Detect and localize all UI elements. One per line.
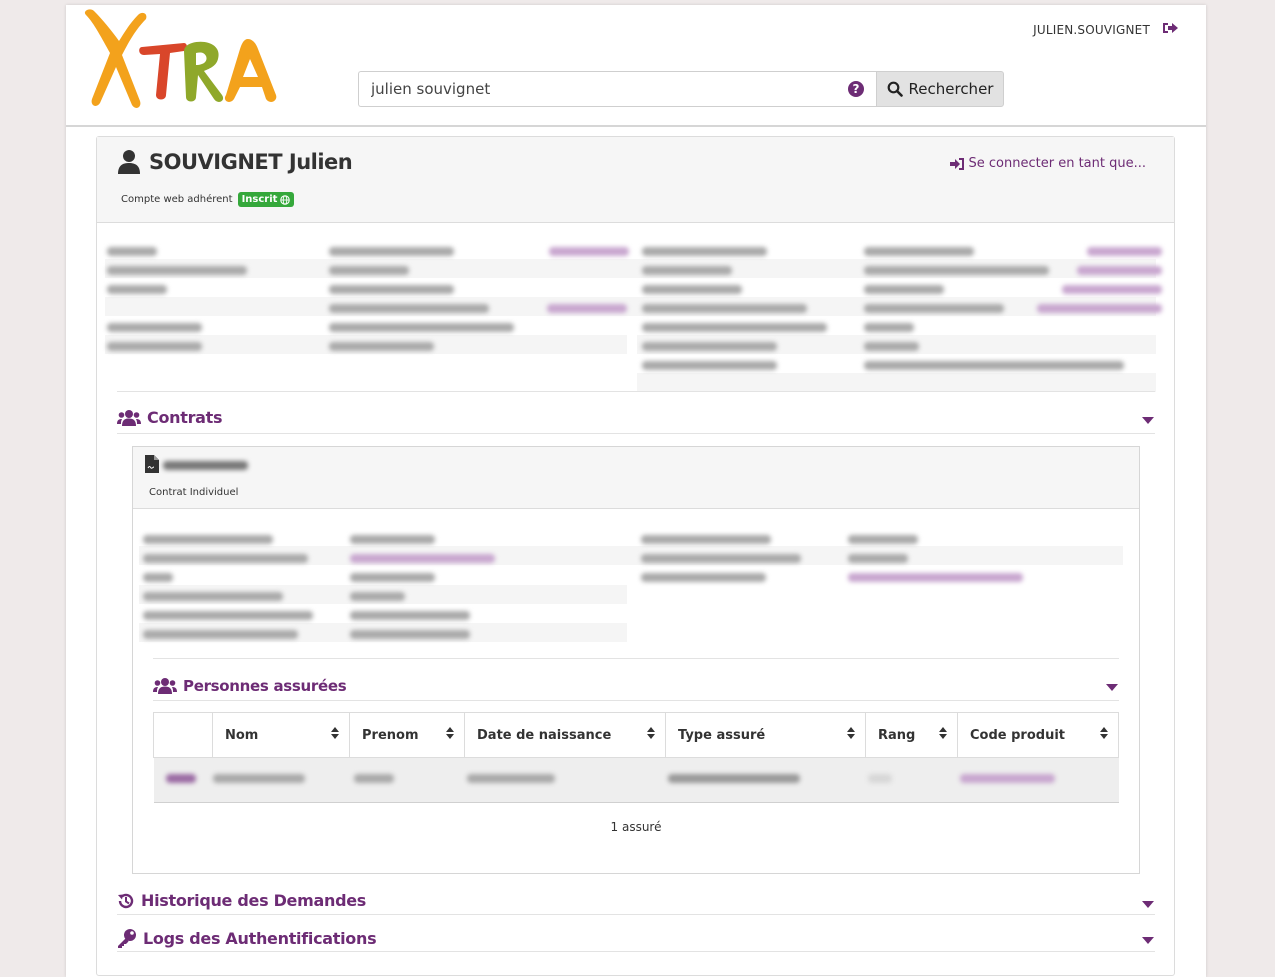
chevron-down-icon[interactable] <box>1106 684 1118 691</box>
page: JULIEN.SOUVIGNET ? Rechercher <box>66 5 1206 977</box>
user-menu: JULIEN.SOUVIGNET <box>1033 21 1178 38</box>
column-header-prenom[interactable]: Prenom <box>349 712 465 758</box>
header: JULIEN.SOUVIGNET ? Rechercher <box>66 5 1206 127</box>
divider <box>117 391 1155 392</box>
column-header-type-assure[interactable]: Type assuré <box>665 712 866 758</box>
sort-icon[interactable] <box>847 727 855 739</box>
contract-details-redacted <box>133 509 1139 649</box>
key-icon <box>118 929 136 948</box>
contract-header: Contrat Individuel <box>133 447 1139 509</box>
section-contracts[interactable]: Contrats <box>117 408 223 427</box>
column-header-code-produit[interactable]: Code produit <box>957 712 1119 758</box>
users-icon <box>117 409 141 426</box>
member-details-redacted <box>97 223 1174 392</box>
column-header-rang[interactable]: Rang <box>865 712 958 758</box>
column-header-select <box>153 712 213 758</box>
member-card: SOUVIGNET Julien Compte web adhérent Ins… <box>96 136 1175 976</box>
sort-icon[interactable] <box>331 727 339 739</box>
search-button-label: Rechercher <box>908 80 994 98</box>
web-account-row: Compte web adhérent Inscrit <box>121 192 295 207</box>
column-header-date-naissance[interactable]: Date de naissance <box>464 712 666 758</box>
status-badge: Inscrit <box>237 192 295 207</box>
section-auth-logs[interactable]: Logs des Authentifications <box>117 928 377 948</box>
chevron-down-icon[interactable] <box>1142 937 1154 944</box>
member-card-header: SOUVIGNET Julien Compte web adhérent Ins… <box>97 137 1174 223</box>
globe-icon <box>280 194 291 205</box>
xtra-logo[interactable] <box>80 9 285 119</box>
user-icon <box>118 150 140 174</box>
users-icon <box>153 678 177 694</box>
search-button[interactable]: Rechercher <box>876 71 1004 107</box>
web-account-label: Compte web adhérent <box>121 194 233 205</box>
contract-number-redacted <box>163 461 248 470</box>
sort-icon[interactable] <box>1100 727 1108 739</box>
chevron-down-icon[interactable] <box>1142 417 1154 424</box>
contract-type-label: Contrat Individuel <box>149 487 239 498</box>
insured-count: 1 assuré <box>610 820 662 834</box>
history-icon <box>118 893 134 908</box>
member-name: SOUVIGNET Julien <box>149 150 353 174</box>
insured-table: Nom Prenom Date de naissance Type assuré… <box>153 712 1119 803</box>
column-header-nom[interactable]: Nom <box>212 712 350 758</box>
impersonate-link[interactable]: Se connecter en tant que... <box>949 156 1146 171</box>
search-icon <box>887 81 903 97</box>
help-icon[interactable]: ? <box>848 81 864 97</box>
sort-icon[interactable] <box>939 727 947 739</box>
username[interactable]: JULIEN.SOUVIGNET <box>1033 23 1150 37</box>
section-history[interactable]: Historique des Demandes <box>117 891 366 910</box>
sort-icon[interactable] <box>647 727 655 739</box>
chevron-down-icon[interactable] <box>1142 901 1154 908</box>
contract-file-icon <box>145 455 159 473</box>
search-bar: ? Rechercher <box>358 71 1004 107</box>
sign-in-icon <box>949 157 964 170</box>
search-input[interactable] <box>358 71 876 107</box>
contract-panel: Contrat Individuel Personnes assurées No… <box>132 446 1140 874</box>
section-insured[interactable]: Personnes assurées <box>153 677 347 695</box>
logout-icon[interactable] <box>1162 21 1178 38</box>
sort-icon[interactable] <box>446 727 454 739</box>
table-row[interactable] <box>153 757 1119 803</box>
